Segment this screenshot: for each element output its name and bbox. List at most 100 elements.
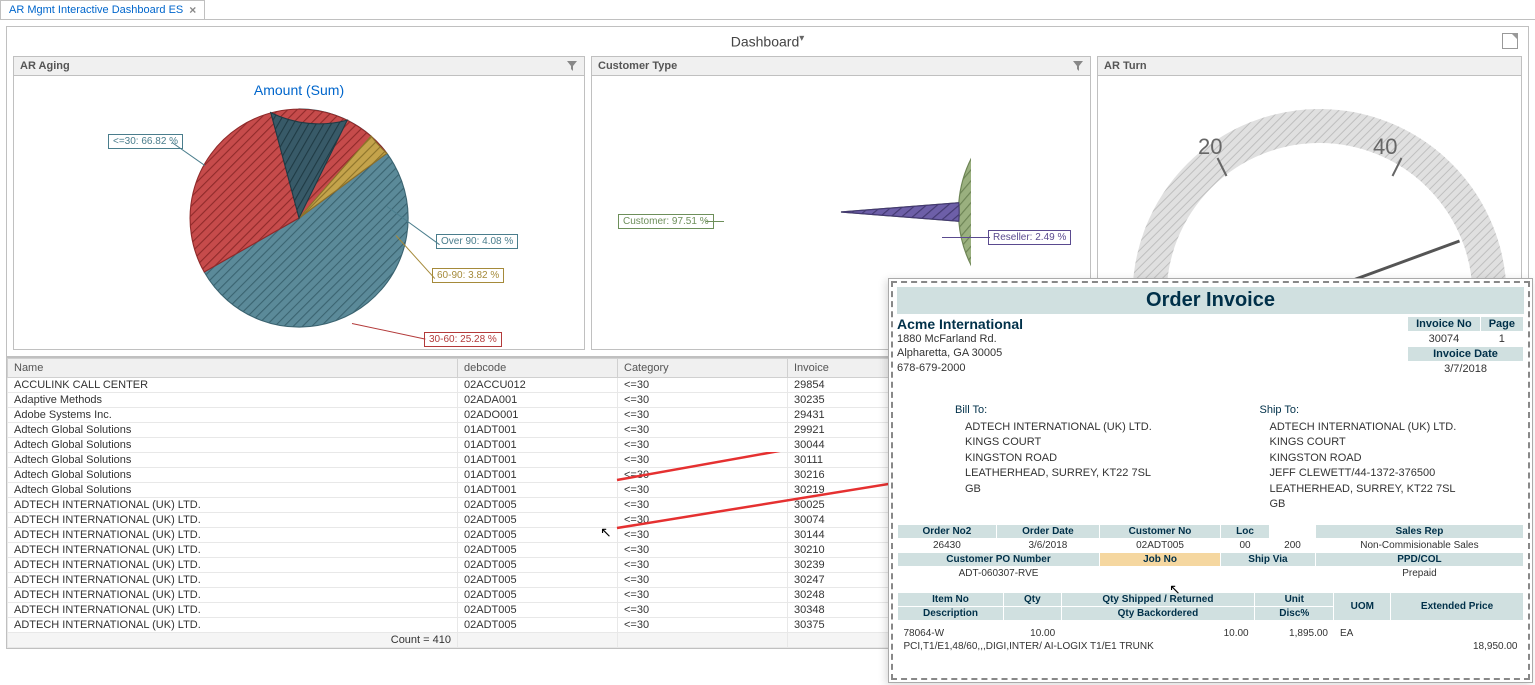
cell-debcode: 01ADT001	[458, 482, 618, 497]
cell-name: ADTECH INTERNATIONAL (UK) LTD.	[8, 542, 458, 557]
cell-name: Adtech Global Solutions	[8, 467, 458, 482]
cell-debcode: 01ADT001	[458, 422, 618, 437]
close-icon[interactable]: ×	[189, 3, 196, 17]
bill-to-label: Bill To:	[955, 404, 1220, 416]
cell-category: <=30	[618, 587, 788, 602]
oh-orderno2: Order No2	[898, 525, 997, 539]
cell-category: <=30	[618, 527, 788, 542]
ih-qtyback: Qty Backordered	[1061, 607, 1254, 621]
cell-debcode: 01ADT001	[458, 437, 618, 452]
cell-debcode: 02ADT005	[458, 572, 618, 587]
cell-category: <=30	[618, 422, 788, 437]
callout-60-90: 60-90: 3.82 %	[432, 268, 504, 283]
cell-debcode: 02ADO001	[458, 407, 618, 422]
invoice-phone: 678-679-2000	[897, 361, 1023, 375]
ih-unit: Unit	[1255, 593, 1334, 607]
cell-category: <=30	[618, 377, 788, 392]
cell-name: ADTECH INTERNATIONAL (UK) LTD.	[8, 587, 458, 602]
cell-category: <=30	[618, 407, 788, 422]
cell-debcode: 02ADT005	[458, 587, 618, 602]
cell-name: ADTECH INTERNATIONAL (UK) LTD.	[8, 572, 458, 587]
panel-title-customer: Customer Type	[598, 60, 677, 72]
oh-ppdcol: PPD/COL	[1315, 553, 1523, 567]
invoice-overlay: Order Invoice Acme International 1880 Mc…	[888, 278, 1533, 683]
cell-category: <=30	[618, 512, 788, 527]
invoice-addr2: Alpharetta, GA 30005	[897, 346, 1023, 360]
ih-desc: Description	[898, 607, 1004, 621]
filter-icon[interactable]: ▾	[799, 33, 804, 44]
col-debcode[interactable]: debcode	[458, 358, 618, 377]
ship-l2: KINGS COURT	[1270, 435, 1525, 450]
cell-category: <=30	[618, 542, 788, 557]
cell-debcode: 02ADT005	[458, 617, 618, 632]
it-itemno: 78064-W	[898, 627, 1004, 640]
cell-debcode: 02ADT005	[458, 512, 618, 527]
cell-category: <=30	[618, 392, 788, 407]
bill-l4: LEATHERHEAD, SURREY, KT22 7SL	[965, 466, 1220, 481]
panel-title-aging: AR Aging	[20, 60, 70, 72]
meta-page: 1	[1480, 332, 1523, 347]
cell-name: ADTECH INTERNATIONAL (UK) LTD.	[8, 512, 458, 527]
cell-name: Adtech Global Solutions	[8, 437, 458, 452]
dashboard-title-bar: Dashboard▾	[7, 27, 1528, 56]
funnel-icon[interactable]	[566, 60, 578, 72]
cursor-icon: ↖	[600, 524, 612, 541]
cell-name: ADTECH INTERNATIONAL (UK) LTD.	[8, 557, 458, 572]
chart-title-aging[interactable]: Amount (Sum)	[14, 76, 584, 98]
col-category[interactable]: Category	[618, 358, 788, 377]
oh-jobno: Job No	[1100, 553, 1221, 567]
ship-l3: KINGSTON ROAD	[1270, 451, 1525, 466]
footer-count: Count = 410	[8, 632, 458, 647]
cell-category: <=30	[618, 467, 788, 482]
tab-label: AR Mgmt Interactive Dashboard ES	[9, 4, 183, 16]
export-icon[interactable]	[1502, 33, 1518, 49]
invoice-company: Acme International	[897, 316, 1023, 332]
ship-to-label: Ship To:	[1260, 404, 1525, 416]
meta-invno-label: Invoice No	[1408, 317, 1481, 332]
cell-category: <=30	[618, 572, 788, 587]
invoice-title: Order Invoice	[897, 287, 1524, 314]
ih-itemno: Item No	[898, 593, 1004, 607]
ov-ppdcol: Prepaid	[1315, 567, 1523, 581]
tab-bar: AR Mgmt Interactive Dashboard ES ×	[0, 0, 1535, 20]
panel-ar-aging: AR Aging Amount (Sum)	[13, 56, 585, 350]
bill-l1: ADTECH INTERNATIONAL (UK) LTD.	[965, 420, 1220, 435]
tab-dashboard[interactable]: AR Mgmt Interactive Dashboard ES ×	[0, 0, 205, 19]
it-uom: EA	[1334, 627, 1391, 640]
cell-debcode: 01ADT001	[458, 467, 618, 482]
ih-disc: Disc%	[1255, 607, 1334, 621]
oh-custno: Customer No	[1100, 525, 1221, 539]
cell-debcode: 02ADT005	[458, 497, 618, 512]
cell-category: <=30	[618, 497, 788, 512]
cell-debcode: 02ADT005	[458, 557, 618, 572]
ship-l1: ADTECH INTERNATIONAL (UK) LTD.	[1270, 420, 1525, 435]
ov-custno: 02ADT005	[1100, 539, 1221, 553]
meta-date: 3/7/2018	[1408, 362, 1524, 377]
ih-ext: Extended Price	[1391, 593, 1524, 621]
gauge-tick-20: 20	[1198, 134, 1222, 160]
cell-name: ACCULINK CALL CENTER	[8, 377, 458, 392]
invoice-addr1: 1880 McFarland Rd.	[897, 332, 1023, 346]
ship-l4: JEFF CLEWETT/44-1372-376500	[1270, 466, 1525, 481]
oh-blank	[1270, 525, 1316, 539]
oh-orderdate: Order Date	[996, 525, 1099, 539]
cell-name: Adtech Global Solutions	[8, 422, 458, 437]
cell-name: ADTECH INTERNATIONAL (UK) LTD.	[8, 602, 458, 617]
funnel-icon[interactable]	[1072, 60, 1084, 72]
ov-jobno	[1100, 567, 1221, 581]
ov-custpo: ADT-060307-RVE	[898, 567, 1100, 581]
it-qtyship: 10.00	[1061, 627, 1254, 640]
cell-category: <=30	[618, 437, 788, 452]
col-name[interactable]: Name	[8, 358, 458, 377]
cell-name: ADTECH INTERNATIONAL (UK) LTD.	[8, 527, 458, 542]
cell-name: Adaptive Methods	[8, 392, 458, 407]
oh-shipvia: Ship Via	[1220, 553, 1315, 567]
oh-salesrep: Sales Rep	[1315, 525, 1523, 539]
bill-l5: GB	[965, 482, 1220, 497]
pie-chart-aging[interactable]	[169, 98, 429, 338]
bill-l2: KINGS COURT	[965, 435, 1220, 450]
dashboard-title: Dashboard	[731, 34, 800, 50]
meta-invno: 30074	[1408, 332, 1481, 347]
cell-name: Adobe Systems Inc.	[8, 407, 458, 422]
cell-name: Adtech Global Solutions	[8, 452, 458, 467]
